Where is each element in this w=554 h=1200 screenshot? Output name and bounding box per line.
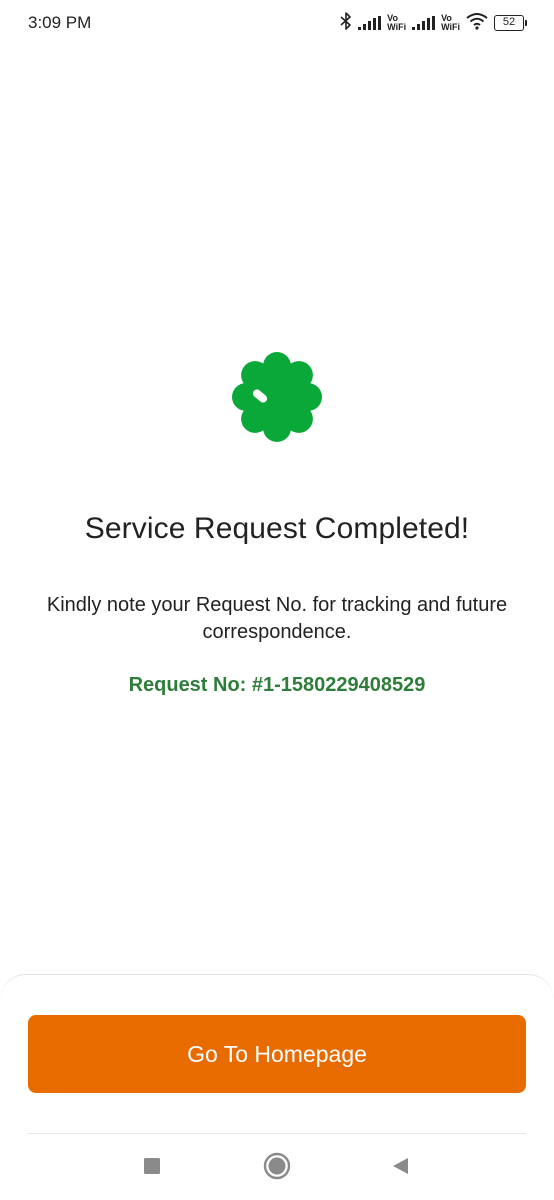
- back-icon[interactable]: [386, 1152, 414, 1180]
- service-request-confirmation-screen: 3:09 PM Vo WiFi Vo WiFi 52 Service Reque…: [0, 0, 554, 1200]
- go-to-homepage-button[interactable]: Go To Homepage: [28, 1015, 526, 1093]
- wifi-icon: [466, 12, 488, 35]
- page-title: Service Request Completed!: [84, 512, 470, 545]
- signal-icon: [358, 16, 382, 30]
- status-icons: Vo WiFi Vo WiFi 52: [340, 11, 527, 35]
- vowifi-icon: Vo WiFi: [441, 13, 460, 32]
- success-badge-icon: [230, 350, 324, 444]
- confirmation-message: Kindly note your Request No. for trackin…: [46, 594, 508, 643]
- request-number[interactable]: Request No: #1-1580229408529: [0, 674, 554, 697]
- bluetooth-icon: [340, 11, 352, 35]
- vowifi-icon: Vo WiFi: [387, 13, 407, 32]
- status-time: 3:09 PM: [28, 13, 92, 32]
- recents-icon[interactable]: [138, 1152, 166, 1180]
- battery-icon: 52: [494, 15, 527, 31]
- home-icon[interactable]: [263, 1152, 291, 1180]
- signal-icon: [412, 16, 436, 30]
- status-bar: 3:09 PM Vo WiFi Vo WiFi 52: [0, 0, 554, 46]
